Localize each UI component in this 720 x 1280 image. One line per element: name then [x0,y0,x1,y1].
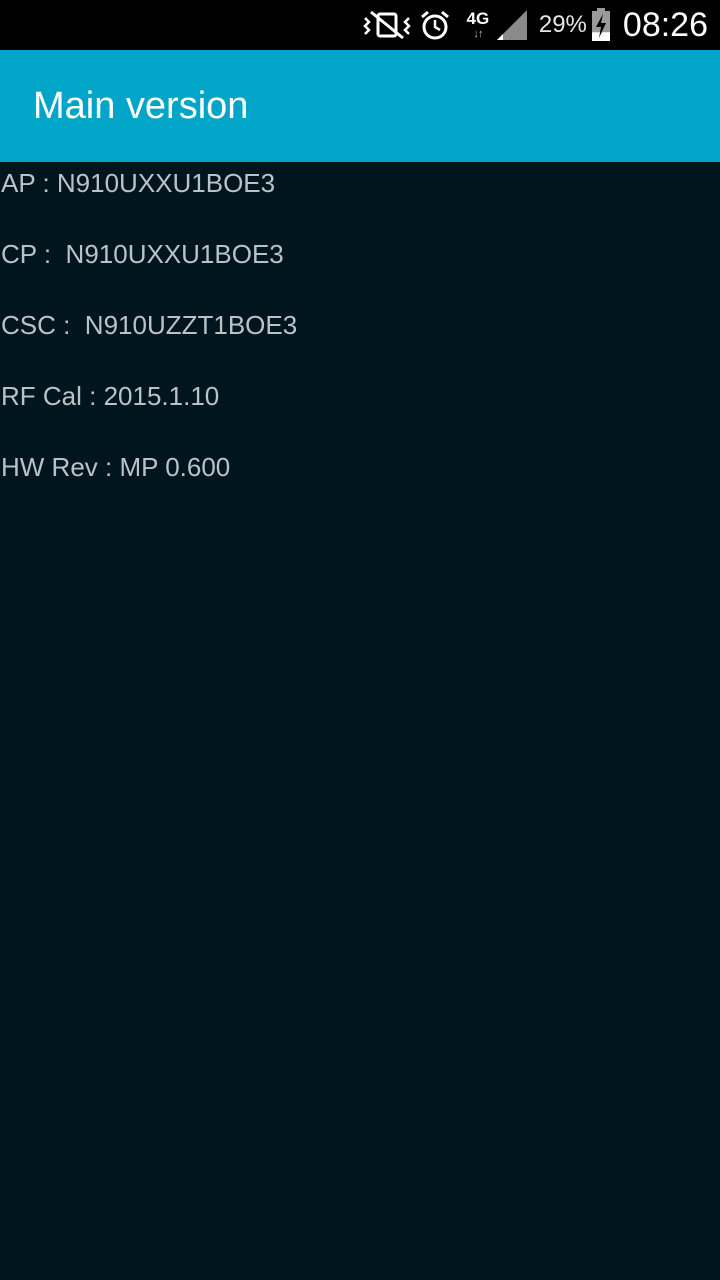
signal-icon [495,8,529,42]
info-row-rf-cal: RF Cal : 2015.1.10 [1,381,220,411]
battery-charging-icon [591,8,611,42]
page-title: Main version [33,85,249,127]
status-icons: 4G ↓↑ 29% 08:26 [363,0,708,50]
info-row-cp: CP : N910UXXU1BOE3 [1,239,284,269]
info-row-ap: AP : N910UXXU1BOE3 [1,168,276,198]
vibrate-mute-icon [363,10,411,40]
battery-percent: 29% [538,11,587,38]
network-4g-icon: 4G ↓↑ [463,5,493,45]
info-row-hw-rev: HW Rev : MP 0.600 [1,452,231,482]
status-bar: 4G ↓↑ 29% 08:26 [0,0,720,50]
clock: 08:26 [622,5,708,44]
version-info-list: AP : N910UXXU1BOE3 CP : N910UXXU1BOE3 CS… [1,164,720,519]
action-bar: Main version [0,50,720,162]
network-label: 4G [466,9,490,28]
alarm-icon [419,9,451,41]
network-arrows: ↓↑ [473,28,483,40]
info-row-csc: CSC : N910UZZT1BOE3 [1,310,298,340]
